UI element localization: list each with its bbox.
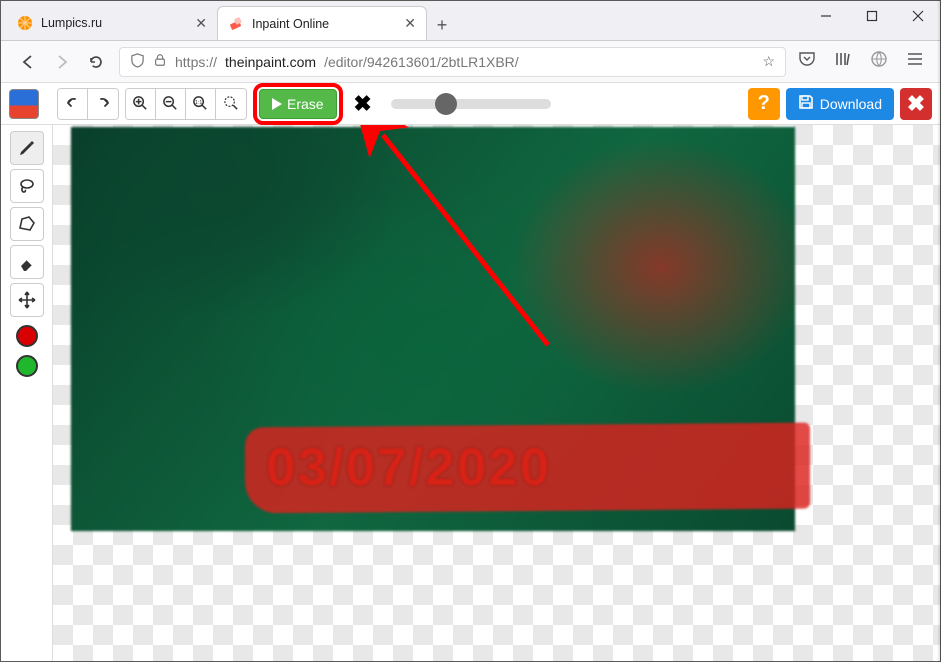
maximize-button[interactable]	[849, 0, 895, 32]
erase-button[interactable]: Erase	[259, 89, 337, 119]
library-icon[interactable]	[834, 50, 852, 73]
eraser-tool[interactable]	[10, 245, 44, 279]
url-field[interactable]: https:// theinpaint.com/editor/942613601/…	[119, 47, 786, 77]
reload-button[interactable]	[85, 51, 107, 73]
marker-tool[interactable]	[10, 131, 44, 165]
clear-mask-button[interactable]: ✖	[351, 92, 375, 116]
edited-image[interactable]: 03/07/2020	[71, 127, 795, 531]
undo-redo-group	[57, 88, 119, 120]
app-logo	[9, 89, 39, 119]
undo-button[interactable]	[58, 89, 88, 119]
zoom-actual-button[interactable]: 1:1	[186, 89, 216, 119]
pocket-icon[interactable]	[798, 50, 816, 73]
shield-icon	[130, 53, 145, 71]
cancel-button[interactable]: ✖	[900, 88, 932, 120]
mask-color-green[interactable]	[16, 355, 38, 377]
tab-inpaint[interactable]: Inpaint Online ✕	[217, 6, 427, 40]
back-button[interactable]	[17, 51, 39, 73]
tab-close-icon[interactable]: ✕	[404, 15, 416, 32]
tab-strip: Lumpics.ru ✕ Inpaint Online ✕ +	[1, 1, 940, 41]
menu-icon[interactable]	[906, 50, 924, 73]
eraser-icon	[228, 16, 244, 32]
side-tool-panel	[1, 125, 53, 661]
save-icon	[798, 94, 814, 113]
move-tool[interactable]	[10, 283, 44, 317]
browser-toolbar-icons	[798, 50, 924, 73]
slider-thumb[interactable]	[435, 93, 457, 115]
tab-title: Inpaint Online	[252, 17, 329, 31]
url-path: /editor/942613601/2btLR1XBR/	[324, 54, 519, 70]
erase-highlight: Erase	[253, 83, 343, 125]
tab-close-icon[interactable]: ✕	[195, 15, 207, 32]
help-button[interactable]: ?	[748, 88, 780, 120]
erase-label: Erase	[287, 96, 324, 112]
zoom-out-button[interactable]	[156, 89, 186, 119]
tab-lumpics[interactable]: Lumpics.ru ✕	[7, 6, 217, 40]
mask-color-red[interactable]	[16, 325, 38, 347]
lasso-tool[interactable]	[10, 169, 44, 203]
bookmark-star-icon[interactable]: ☆	[762, 53, 775, 70]
tab-title: Lumpics.ru	[41, 16, 102, 30]
brush-size-slider[interactable]	[391, 99, 551, 109]
url-protocol: https://	[175, 54, 217, 70]
zoom-fit-button[interactable]	[216, 89, 246, 119]
app-toolbar: 1:1 Erase ✖ ? Download ✖	[1, 83, 940, 125]
zoom-in-button[interactable]	[126, 89, 156, 119]
play-icon	[272, 98, 282, 110]
redo-button[interactable]	[88, 89, 118, 119]
polygon-lasso-tool[interactable]	[10, 207, 44, 241]
inpaint-app: 1:1 Erase ✖ ? Download ✖	[1, 83, 940, 661]
canvas-area[interactable]: 03/07/2020	[53, 125, 940, 661]
workspace: 03/07/2020	[1, 125, 940, 661]
browser-window: Lumpics.ru ✕ Inpaint Online ✕ + https://…	[0, 0, 941, 662]
globe-icon[interactable]	[870, 50, 888, 73]
forward-button[interactable]	[51, 51, 73, 73]
window-controls	[803, 0, 941, 32]
lock-icon	[153, 53, 167, 70]
svg-text:1:1: 1:1	[195, 100, 202, 106]
new-tab-button[interactable]: +	[427, 10, 457, 40]
minimize-button[interactable]	[803, 0, 849, 32]
address-bar: https:// theinpaint.com/editor/942613601/…	[1, 41, 940, 83]
zoom-group: 1:1	[125, 88, 247, 120]
image-datestamp: 03/07/2020	[266, 437, 551, 498]
window-close-button[interactable]	[895, 0, 941, 32]
orange-slice-icon	[17, 15, 33, 31]
download-label: Download	[820, 96, 882, 112]
url-domain: theinpaint.com	[225, 54, 316, 70]
download-button[interactable]: Download	[786, 88, 894, 120]
